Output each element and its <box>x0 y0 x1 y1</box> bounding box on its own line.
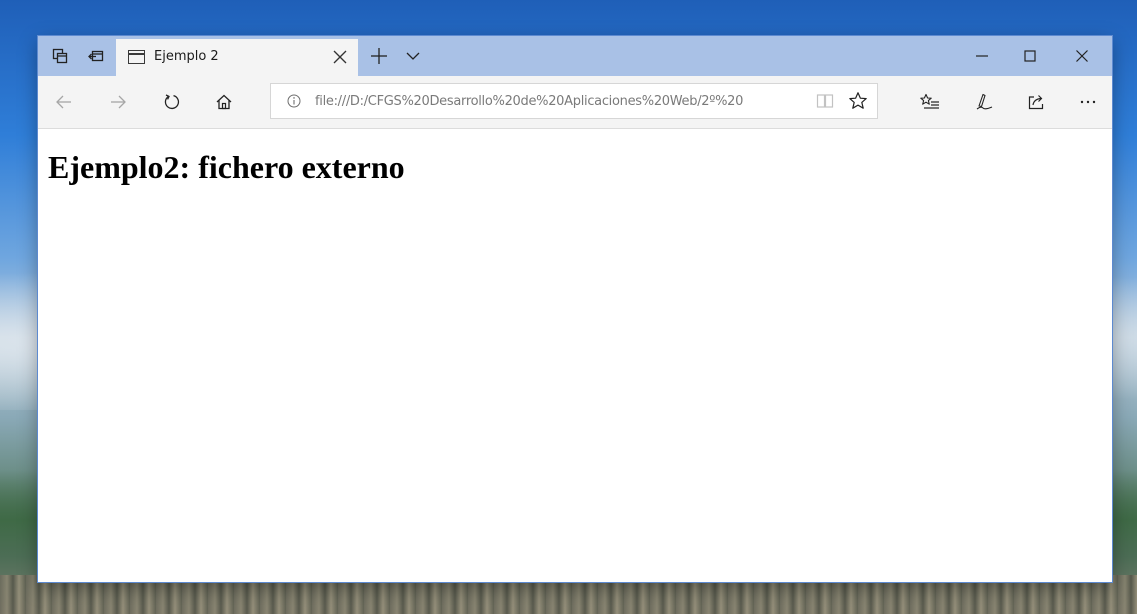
browser-window: Ejemplo 2 file:///D:/CFGS%20Desarrollo%2… <box>38 36 1112 582</box>
address-url[interactable]: file:///D:/CFGS%20Desarrollo%20de%20Apli… <box>315 94 743 109</box>
share-icon <box>1028 95 1044 110</box>
maximize-icon <box>1024 50 1036 62</box>
more-button[interactable] <box>1068 76 1108 128</box>
pen-icon <box>976 93 993 110</box>
book-icon <box>816 94 834 108</box>
share-button[interactable] <box>1016 76 1056 128</box>
info-icon <box>287 94 301 108</box>
tab-close-button[interactable] <box>328 45 352 69</box>
chevron-down-icon <box>406 52 420 60</box>
window-close-button[interactable] <box>1058 36 1106 76</box>
address-bar[interactable]: file:///D:/CFGS%20Desarrollo%20de%20Apli… <box>270 83 878 119</box>
home-button[interactable] <box>204 76 244 128</box>
favorites-hub-button[interactable] <box>910 76 950 128</box>
arrow-left-icon <box>56 95 71 109</box>
arrow-right-icon <box>111 95 126 109</box>
back-button[interactable] <box>44 76 84 128</box>
close-icon <box>1076 50 1088 62</box>
page-content: Ejemplo2: fichero externo <box>38 129 1112 582</box>
web-note-button[interactable] <box>964 76 1004 128</box>
close-icon <box>333 50 347 64</box>
navigation-bar: file:///D:/CFGS%20Desarrollo%20de%20Apli… <box>38 76 1112 129</box>
add-favorite-button[interactable] <box>841 84 875 118</box>
page-heading: Ejemplo2: fichero externo <box>48 149 405 185</box>
tab-actions-button[interactable] <box>44 36 76 76</box>
set-aside-tabs-icon <box>88 50 104 62</box>
minimize-button[interactable] <box>958 36 1006 76</box>
home-icon <box>216 94 232 110</box>
minimize-icon <box>976 55 988 57</box>
set-aside-tabs-button[interactable] <box>80 36 112 76</box>
tab-actions-icon <box>52 48 68 64</box>
tab-title: Ejemplo 2 <box>154 49 219 64</box>
refresh-button[interactable] <box>152 76 192 128</box>
tab-ejemplo-2[interactable]: Ejemplo 2 <box>116 39 358 76</box>
tab-preview-button[interactable] <box>398 36 428 76</box>
maximize-button[interactable] <box>1006 36 1054 76</box>
favorites-list-icon <box>920 93 939 109</box>
forward-button[interactable] <box>98 76 138 128</box>
star-icon <box>849 92 867 109</box>
refresh-icon <box>164 94 180 110</box>
more-dots-icon <box>1080 100 1096 104</box>
new-tab-button[interactable] <box>364 36 394 76</box>
title-bar[interactable]: Ejemplo 2 <box>38 36 1112 76</box>
reading-view-button[interactable] <box>809 84 841 118</box>
page-icon <box>128 50 145 64</box>
plus-icon <box>371 48 387 64</box>
